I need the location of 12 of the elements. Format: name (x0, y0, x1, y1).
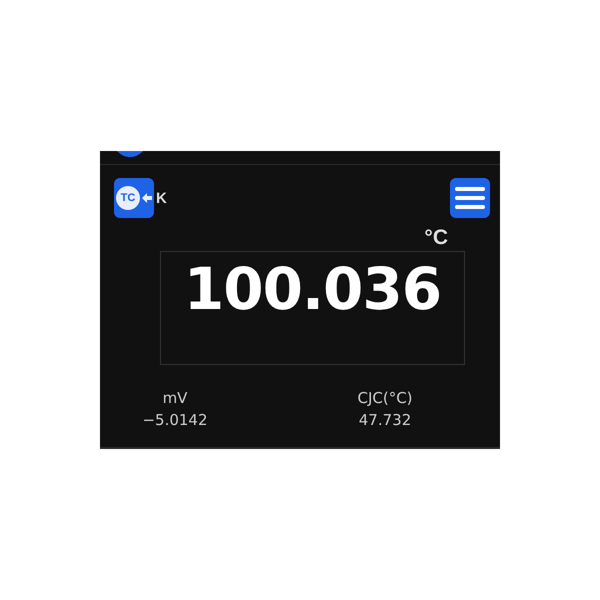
readout-value: −5.0142 (142, 410, 208, 431)
readout-label: mV (162, 388, 188, 409)
thermocouple-label: TC (116, 186, 140, 210)
unit-label: °C (424, 226, 448, 251)
temperature-reading: 100.036 (184, 254, 442, 324)
arrow-icon (141, 192, 153, 204)
thermocouple-type: K (156, 190, 167, 206)
readout-label: CJC(°C) (357, 388, 413, 409)
menu-button[interactable] (450, 178, 490, 218)
menu-icon (455, 186, 485, 210)
thermocouple-input-icon[interactable]: TC (114, 178, 154, 218)
readout-value: 47.732 (358, 410, 412, 431)
